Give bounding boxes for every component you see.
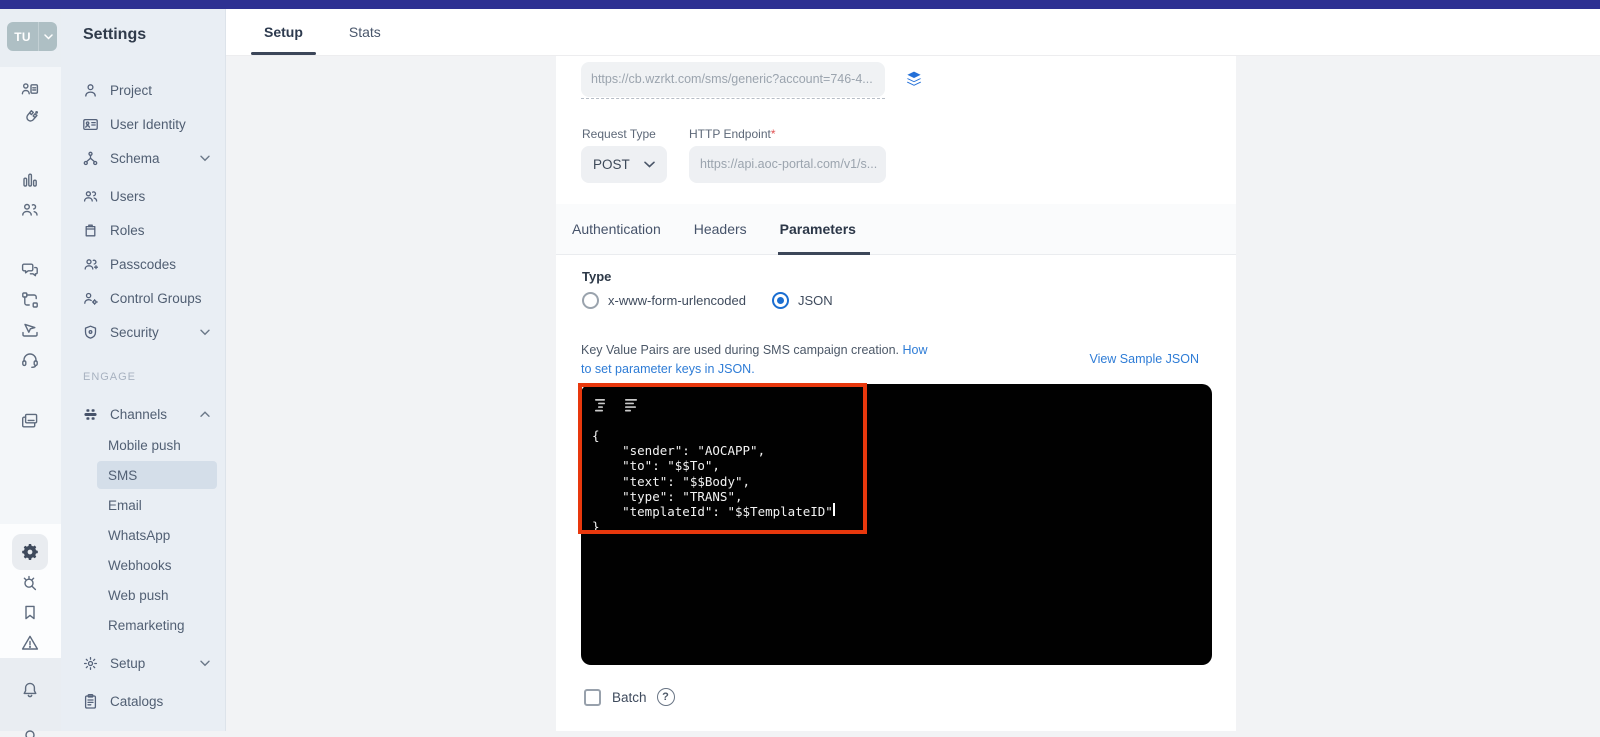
sidebar-item-label: Schema: [110, 151, 160, 166]
sidebar-item-roles[interactable]: Roles: [61, 213, 226, 247]
channels-hub-icon: [82, 406, 99, 423]
page-header: Setup Stats: [226, 9, 1600, 56]
request-type-label: Request Type: [582, 127, 656, 141]
sidebar-section-engage: ENGAGE: [83, 371, 136, 383]
tab-authentication[interactable]: Authentication: [572, 204, 661, 254]
sidebar-item-label: Setup: [110, 656, 145, 671]
sidebar-item-label: Project: [110, 83, 152, 98]
batch-checkbox[interactable]: [584, 689, 601, 706]
sidebar-item-control-groups[interactable]: Control Groups: [61, 281, 226, 315]
control-groups-icon: [82, 290, 99, 307]
sidebar-channel-email[interactable]: Email: [61, 490, 226, 520]
sidebar-item-security[interactable]: Security: [61, 315, 226, 349]
users-icon: [82, 188, 99, 205]
view-sample-json-link[interactable]: View Sample JSON: [1089, 352, 1199, 366]
sidebar-item-catalogs[interactable]: Catalogs: [61, 684, 226, 718]
analytics-icon[interactable]: [20, 170, 40, 190]
notifications-icon[interactable]: [20, 680, 40, 700]
users-icon[interactable]: [20, 200, 40, 220]
sidebar-item-label: Users: [110, 189, 145, 204]
journeys-icon[interactable]: [20, 290, 40, 310]
gear-icon: [82, 655, 99, 672]
sidebar-item-label: Control Groups: [110, 291, 202, 306]
account-avatar[interactable]: TU: [7, 22, 57, 51]
chevron-down-icon[interactable]: [200, 149, 210, 167]
bookmark-icon[interactable]: [20, 603, 40, 623]
alerts-icon[interactable]: [20, 633, 40, 653]
shield-icon: [82, 324, 99, 341]
tab-setup[interactable]: Setup: [262, 9, 305, 55]
chevron-down-icon: [644, 161, 655, 168]
tab-headers[interactable]: Headers: [694, 204, 747, 254]
sidebar-item-label: Security: [110, 325, 159, 340]
top-accent-bar: [0, 0, 1600, 9]
sidebar-item-passcodes[interactable]: Passcodes: [61, 247, 226, 281]
sidebar-item-label: User Identity: [110, 117, 186, 132]
icon-rail: TU: [0, 9, 61, 731]
layers-icon[interactable]: [904, 69, 924, 89]
type-radio-group: x-www-form-urlencoded JSON: [582, 292, 833, 309]
chevron-down-icon[interactable]: [200, 654, 210, 672]
sidebar-channel-webhooks[interactable]: Webhooks: [61, 550, 226, 580]
chevron-down-icon[interactable]: [200, 323, 210, 341]
http-endpoint-input[interactable]: https://api.aoc-portal.com/v1/s...: [689, 146, 886, 183]
roles-icon: [82, 222, 99, 239]
annotation-highlight-box: [578, 383, 867, 534]
radio-option-urlencoded[interactable]: x-www-form-urlencoded: [582, 292, 746, 309]
http-endpoint-label: HTTP Endpoint*: [689, 127, 776, 141]
sidebar-item-schema[interactable]: Schema: [61, 141, 226, 175]
parameters-tab-strip: Authentication Headers Parameters: [556, 204, 1236, 255]
radio-selected-icon[interactable]: [772, 292, 789, 309]
tab-parameters[interactable]: Parameters: [780, 204, 856, 254]
sidebar-item-channels[interactable]: Channels: [61, 398, 226, 430]
clipboard-icon: [82, 693, 99, 710]
messages-icon[interactable]: [20, 260, 40, 280]
sidebar-channel-mobile-push[interactable]: Mobile push: [61, 430, 226, 460]
partial-bottom-icon[interactable]: [20, 717, 40, 737]
sidebar-item-label: Passcodes: [110, 257, 176, 272]
sidebar-channel-remarketing[interactable]: Remarketing: [61, 610, 226, 640]
sidebar-item-label: Channels: [110, 407, 167, 422]
sidebar-item-label: Roles: [110, 223, 145, 238]
avatar-initials: TU: [7, 22, 39, 51]
batch-label: Batch: [612, 690, 647, 705]
required-asterisk: *: [771, 127, 776, 141]
callback-url-field[interactable]: https://cb.wzrkt.com/sms/generic?account…: [581, 62, 885, 97]
sidebar-item-user-identity[interactable]: User Identity: [61, 107, 226, 141]
sidebar-item-users[interactable]: Users: [61, 179, 226, 213]
sidebar-channel-web-push[interactable]: Web push: [61, 580, 226, 610]
request-type-select[interactable]: POST: [581, 146, 667, 183]
support-icon[interactable]: [20, 350, 40, 370]
dashed-divider: [581, 98, 885, 99]
sidebar-item-project[interactable]: Project: [61, 73, 226, 107]
chevron-up-icon[interactable]: [200, 405, 210, 423]
id-card-icon: [82, 116, 99, 133]
sidebar-item-setup[interactable]: Setup: [61, 646, 226, 680]
chevron-down-icon[interactable]: [39, 22, 57, 51]
library-icon[interactable]: [20, 411, 40, 431]
settings-sidebar: Settings Project User Identity Schema Us…: [61, 9, 226, 731]
sidebar-item-label: Catalogs: [110, 694, 163, 709]
sidebar-title: Settings: [83, 26, 146, 44]
sms-setup-panel: https://cb.wzrkt.com/sms/generic?account…: [556, 56, 1236, 731]
sidebar-channel-sms[interactable]: SMS: [61, 460, 226, 490]
settings-gear-icon[interactable]: [20, 542, 40, 562]
help-circle-icon[interactable]: ?: [657, 688, 675, 706]
schema-icon: [82, 150, 99, 167]
batch-option-row: Batch ?: [584, 688, 675, 706]
radio-unselected-icon[interactable]: [582, 292, 599, 309]
debug-search-icon[interactable]: [20, 573, 40, 593]
send-icon[interactable]: [20, 320, 40, 340]
sidebar-channel-whatsapp[interactable]: WhatsApp: [61, 520, 226, 550]
radio-option-json[interactable]: JSON: [772, 292, 833, 309]
audience-icon[interactable]: [20, 80, 40, 100]
passcodes-icon: [82, 256, 99, 273]
tab-stats[interactable]: Stats: [347, 9, 383, 55]
request-type-value: POST: [593, 157, 630, 172]
key-value-description: Key Value Pairs are used during SMS camp…: [581, 341, 933, 379]
magnet-icon[interactable]: [20, 108, 40, 128]
person-icon: [82, 82, 99, 99]
type-label: Type: [582, 269, 611, 284]
